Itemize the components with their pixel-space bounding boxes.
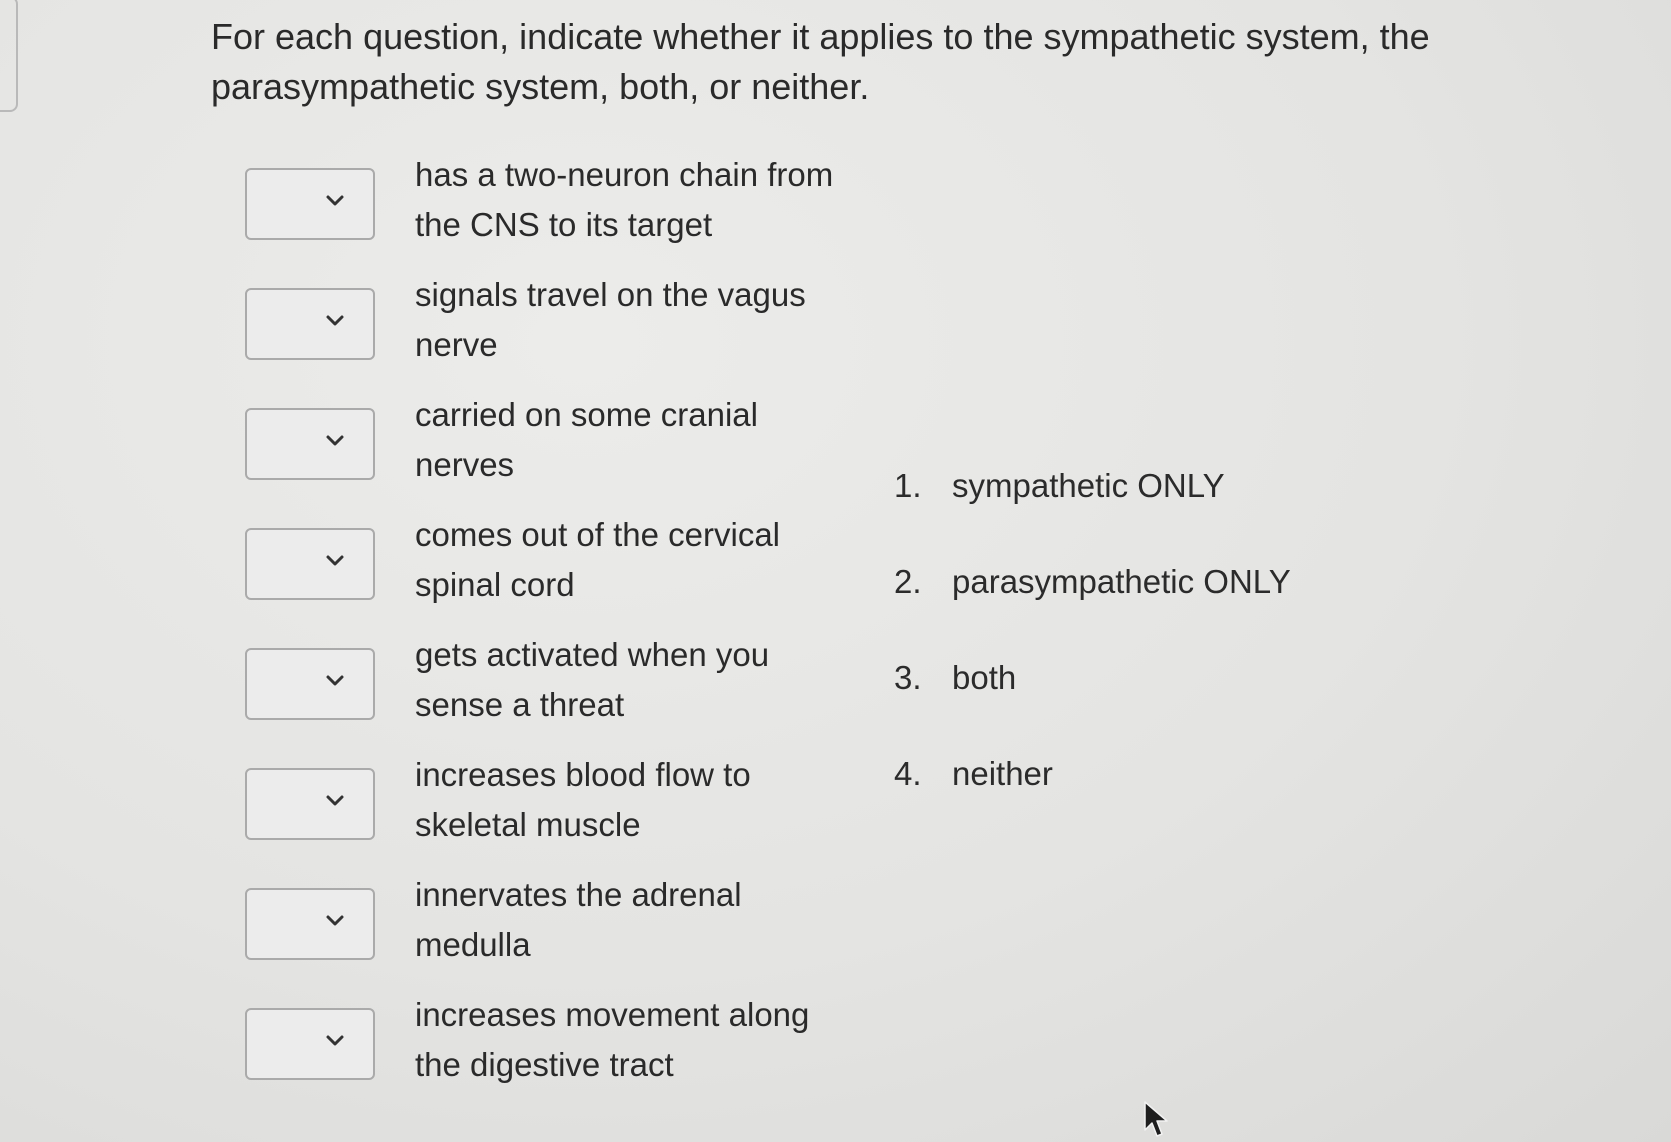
cursor-arrow-icon — [1144, 1101, 1168, 1137]
option-item: 2. parasympathetic ONLY — [894, 558, 1291, 654]
matching-row: increases blood flow to skeletal muscle — [245, 756, 865, 878]
matching-row: increases movement along the digestive t… — [245, 996, 865, 1118]
answer-dropdown-7[interactable] — [245, 888, 375, 960]
option-number: 1. — [894, 467, 922, 504]
option-item: 3. both — [894, 654, 1291, 750]
statement-text: carried on some cranial nerves — [415, 396, 758, 483]
answer-dropdown-4[interactable] — [245, 528, 375, 600]
matching-row: innervates the adrenal medulla — [245, 876, 865, 998]
statement-text: gets activated when you sense a threat — [415, 636, 770, 723]
option-number: 3. — [894, 659, 922, 696]
chevron-down-icon — [326, 795, 344, 806]
question-prompt: For each question, indicate whether it a… — [211, 16, 1430, 107]
answer-options-list: 1. sympathetic ONLY 2. parasympathetic ONL… — [894, 462, 1291, 846]
statement-text: increases movement along the digestive t… — [415, 996, 810, 1083]
answer-dropdown-2[interactable] — [245, 288, 375, 360]
chevron-down-icon — [326, 435, 344, 446]
chevron-down-icon — [326, 555, 344, 566]
statement-text: increases blood flow to skeletal muscle — [415, 756, 751, 843]
option-number: 2. — [894, 563, 922, 600]
option-item: 1. sympathetic ONLY — [894, 462, 1291, 558]
answer-dropdown-3[interactable] — [245, 408, 375, 480]
matching-row: signals travel on the vagus nerve — [245, 276, 865, 398]
matching-row: carried on some cranial nerves — [245, 396, 865, 518]
answer-dropdown-6[interactable] — [245, 768, 375, 840]
chevron-down-icon — [326, 1035, 344, 1046]
matching-row: comes out of the cervical spinal cord — [245, 516, 865, 638]
answer-dropdown-8[interactable] — [245, 1008, 375, 1080]
statement-text: innervates the adrenal medulla — [415, 876, 742, 963]
option-label: sympathetic ONLY — [952, 467, 1225, 504]
statement-text: signals travel on the vagus nerve — [415, 276, 806, 363]
option-number: 4. — [894, 755, 922, 792]
matching-list: has a two-neuron chain from the CNS to i… — [245, 156, 865, 1118]
chevron-down-icon — [326, 675, 344, 686]
matching-row: gets activated when you sense a threat — [245, 636, 865, 758]
option-label: parasympathetic ONLY — [952, 563, 1291, 600]
statement-text: has a two-neuron chain from the CNS to i… — [415, 156, 834, 243]
chevron-down-icon — [326, 915, 344, 926]
option-label: neither — [952, 755, 1053, 792]
chevron-down-icon — [326, 315, 344, 326]
matching-row: has a two-neuron chain from the CNS to i… — [245, 156, 865, 278]
option-item: 4. neither — [894, 750, 1291, 846]
left-edge-control — [0, 0, 18, 112]
statement-text: comes out of the cervical spinal cord — [415, 516, 780, 603]
answer-dropdown-5[interactable] — [245, 648, 375, 720]
answer-dropdown-1[interactable] — [245, 168, 375, 240]
option-label: both — [952, 659, 1017, 696]
chevron-down-icon — [326, 195, 344, 206]
